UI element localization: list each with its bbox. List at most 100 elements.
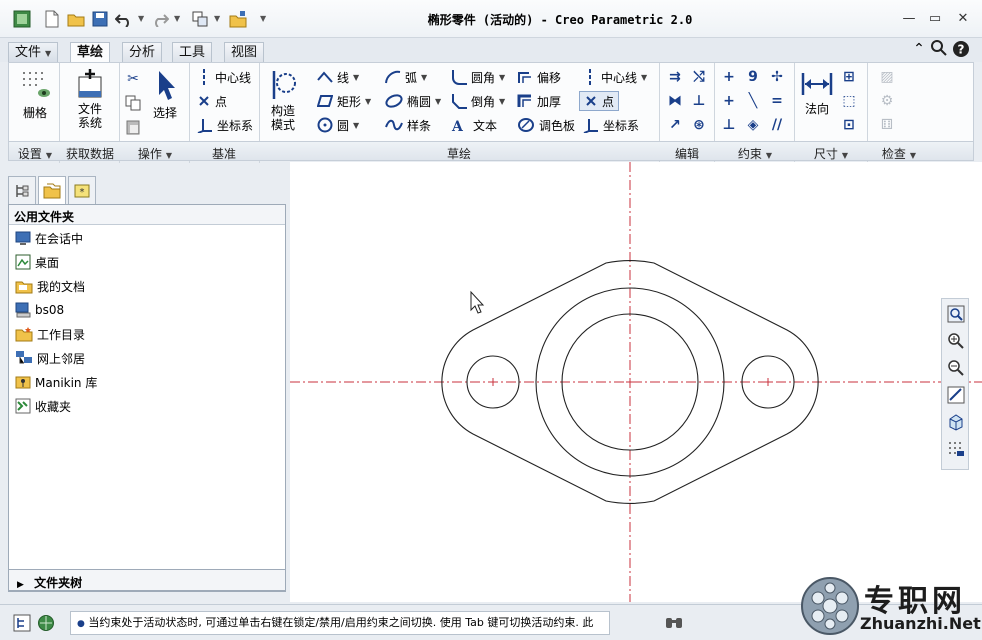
minimize-icon[interactable]: — bbox=[898, 10, 920, 28]
undo-dropdown-icon[interactable]: ▼ bbox=[138, 14, 144, 23]
tab-tools[interactable]: 工具 bbox=[172, 42, 213, 62]
perimeter-icon[interactable]: ⊞ bbox=[839, 67, 859, 87]
coord-sys-icon bbox=[583, 119, 598, 133]
rotate-resize-icon[interactable]: ⊛ bbox=[689, 115, 709, 135]
find-icon[interactable] bbox=[664, 613, 684, 633]
folder-item-in-session[interactable]: 在会话中 bbox=[15, 229, 83, 247]
folder-browser-tab[interactable] bbox=[38, 176, 66, 204]
undo-icon[interactable] bbox=[114, 9, 134, 29]
group-get-data: 获取数据 bbox=[65, 147, 114, 161]
collapse-ribbon-icon[interactable]: ⌃ bbox=[910, 40, 928, 58]
sketch-canvas[interactable] bbox=[290, 162, 982, 602]
ellipse-button[interactable]: 椭圆 ▼ bbox=[385, 91, 441, 111]
regenerate-icon[interactable] bbox=[190, 9, 210, 29]
palette-button[interactable]: 调色板 bbox=[517, 115, 575, 135]
group-constrain[interactable]: 约束 ▼ bbox=[717, 145, 793, 162]
group-settings[interactable]: 设置 ▼ bbox=[13, 145, 57, 162]
mirror-icon[interactable]: ⧓ bbox=[665, 91, 685, 111]
tab-analysis[interactable]: 分析 bbox=[122, 42, 163, 62]
favorites-tab[interactable]: * bbox=[68, 176, 96, 204]
tab-file[interactable]: 文件 ▼ bbox=[8, 42, 59, 62]
show-browser-icon[interactable] bbox=[36, 613, 56, 633]
vertical-constraint-icon[interactable]: + bbox=[719, 67, 739, 87]
folder-item-bs08[interactable]: bs08 bbox=[15, 301, 64, 319]
group-dimension[interactable]: 尺寸 ▼ bbox=[797, 145, 865, 162]
spline-button[interactable]: 样条 bbox=[385, 115, 431, 135]
open-file-icon[interactable] bbox=[66, 9, 86, 29]
file-system-icon bbox=[78, 69, 102, 98]
parallel-constraint-icon[interactable]: // bbox=[767, 115, 787, 135]
close-window-icon[interactable] bbox=[228, 9, 248, 29]
folder-item-favorites[interactable]: 收藏夹 bbox=[15, 397, 71, 415]
baseline-icon[interactable]: ⬚ bbox=[839, 91, 859, 111]
coincident-constraint-icon[interactable]: ╲ bbox=[743, 91, 763, 111]
close-icon[interactable]: ✕ bbox=[952, 10, 974, 28]
folder-item-my-documents[interactable]: 我的文档 bbox=[15, 277, 85, 295]
equal-constraint-icon[interactable]: = bbox=[767, 91, 787, 111]
tab-view[interactable]: 视图 bbox=[224, 42, 265, 62]
redo-dropdown-icon[interactable]: ▼ bbox=[174, 14, 180, 23]
sketcher-display-icon[interactable] bbox=[945, 438, 967, 460]
repaint-icon[interactable] bbox=[945, 384, 967, 406]
new-file-icon[interactable] bbox=[42, 9, 62, 29]
delete-segment-icon[interactable]: ⤭ bbox=[689, 67, 709, 87]
folder-tree-toggle[interactable]: ▶ 文件夹树 bbox=[8, 569, 286, 591]
group-operations[interactable]: 操作 ▼ bbox=[123, 145, 187, 162]
arc-button[interactable]: 弧 ▼ bbox=[385, 67, 427, 87]
tangent-constraint-icon[interactable]: 9 bbox=[743, 67, 763, 87]
window-dropdown-icon[interactable]: ▼ bbox=[214, 14, 220, 23]
folder-item-manikin-library[interactable]: Manikin 库 bbox=[15, 373, 97, 391]
customize-toolbar-icon[interactable]: ▼ bbox=[260, 14, 266, 23]
normal-dimension-button[interactable]: 法向 bbox=[797, 69, 837, 116]
offset-button[interactable]: 偏移 bbox=[517, 67, 561, 87]
select-button[interactable]: 选择 bbox=[147, 69, 183, 120]
sketch-point-button[interactable]: 点 bbox=[579, 91, 620, 111]
refit-icon[interactable] bbox=[945, 303, 967, 325]
group-inspect[interactable]: 检查 ▼ bbox=[869, 145, 929, 162]
datum-point-button[interactable]: 点 bbox=[197, 91, 227, 111]
spline-icon bbox=[385, 119, 403, 131]
folder-item-desktop[interactable]: 桌面 bbox=[15, 253, 59, 271]
thicken-button[interactable]: 加厚 bbox=[517, 91, 561, 111]
circle-button[interactable]: 圆 ▼ bbox=[317, 115, 359, 135]
symmetric-constraint-icon[interactable]: ◈ bbox=[743, 115, 763, 135]
modify-icon[interactable]: ⇉ bbox=[665, 67, 685, 87]
folder-item-working-directory[interactable]: 工作目录 bbox=[15, 325, 85, 343]
zoom-out-icon[interactable] bbox=[945, 357, 967, 379]
show-navigator-icon[interactable] bbox=[12, 613, 32, 633]
grid-icon bbox=[23, 72, 50, 97]
save-icon[interactable] bbox=[90, 9, 110, 29]
zoom-in-icon[interactable] bbox=[945, 330, 967, 352]
chamfer-button[interactable]: 倒角 ▼ bbox=[451, 91, 505, 111]
help-icon[interactable]: ? bbox=[952, 40, 970, 58]
app-logo-icon[interactable] bbox=[12, 9, 32, 29]
cut-icon[interactable]: ✂ bbox=[123, 69, 143, 89]
corner-icon[interactable]: ↗ bbox=[665, 115, 685, 135]
sketch-centerline-button[interactable]: 中心线 ▼ bbox=[583, 67, 647, 87]
redo-icon[interactable] bbox=[150, 9, 170, 29]
copy-icon[interactable] bbox=[123, 93, 143, 113]
grid-button[interactable]: 栅格 bbox=[15, 69, 55, 120]
search-icon[interactable] bbox=[930, 40, 948, 58]
file-system-button[interactable]: 文件 系统 bbox=[67, 67, 113, 130]
line-button[interactable]: 线 ▼ bbox=[317, 67, 359, 87]
maximize-icon[interactable]: ▭ bbox=[924, 10, 946, 28]
text-button[interactable]: A 文本 bbox=[451, 115, 497, 135]
sketch-coord-sys-button[interactable]: 坐标系 bbox=[583, 115, 639, 135]
datum-centerline-button[interactable]: 中心线 bbox=[197, 67, 251, 87]
datum-coord-sys-button[interactable]: 坐标系 bbox=[197, 115, 253, 135]
overlap-geometry-icon: ▨ bbox=[880, 69, 894, 85]
construction-mode-button[interactable]: 构造 模式 bbox=[265, 69, 301, 132]
fillet-button[interactable]: 圆角 ▼ bbox=[451, 67, 505, 87]
folder-item-network[interactable]: 网上邻居 bbox=[15, 349, 85, 367]
rectangle-button[interactable]: 矩形 ▼ bbox=[317, 91, 371, 111]
perpendicular-constraint-icon[interactable]: ⊥ bbox=[719, 115, 739, 135]
divide-icon[interactable]: ⊥ bbox=[689, 91, 709, 111]
tab-sketch[interactable]: 草绘 bbox=[70, 42, 111, 63]
midpoint-constraint-icon[interactable]: ✢ bbox=[767, 67, 787, 87]
model-tree-tab[interactable] bbox=[8, 176, 36, 204]
horizontal-constraint-icon[interactable]: + bbox=[719, 91, 739, 111]
paste-icon[interactable] bbox=[123, 117, 143, 137]
display-style-icon[interactable] bbox=[945, 411, 967, 433]
reference-dimension-icon[interactable]: ⊡ bbox=[839, 115, 859, 135]
